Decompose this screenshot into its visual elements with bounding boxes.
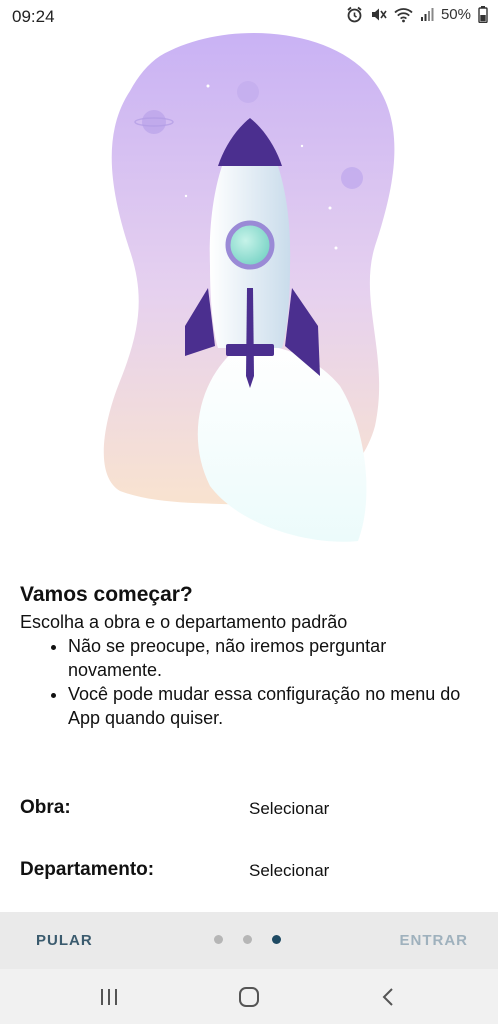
page-dot [243, 935, 252, 944]
mute-icon [370, 6, 387, 23]
back-icon[interactable] [368, 983, 408, 1011]
page-dot-active [272, 935, 281, 944]
obra-field-row: Obra: Selecionar [20, 797, 478, 827]
bullet-item: Você pode mudar essa configuração no men… [68, 682, 480, 730]
bullet-item: Não se preocupe, não iremos perguntar no… [68, 634, 480, 682]
page-indicator [214, 935, 281, 944]
status-time: 09:24 [12, 7, 55, 26]
enter-button[interactable]: ENTRAR [400, 932, 469, 949]
battery-icon [478, 6, 488, 23]
system-nav-bar [0, 969, 498, 1024]
onboarding-footer: PULAR ENTRAR [0, 912, 498, 969]
alarm-icon [346, 6, 363, 23]
onboarding-bullets: Não se preocupe, não iremos perguntar no… [20, 634, 480, 730]
home-icon[interactable] [229, 983, 269, 1011]
onboarding-subtitle: Escolha a obra e o departamento padrão [20, 612, 348, 632]
rocket-illustration [90, 26, 410, 546]
battery-text: 50% [440, 6, 471, 23]
onboarding-title: Vamos começar? [20, 583, 193, 606]
wifi-icon [394, 7, 413, 23]
page-dot [214, 935, 223, 944]
skip-button[interactable]: PULAR [36, 932, 93, 949]
status-icons: 50% [346, 6, 488, 23]
signal-icon [420, 7, 434, 22]
onboarding-content: Vamos começar? Escolha a obra e o depart… [20, 582, 480, 730]
recent-apps-icon[interactable] [89, 983, 129, 1011]
departamento-label: Departamento: [20, 859, 155, 880]
obra-label: Obra: [20, 797, 71, 818]
departamento-field-row: Departamento: Selecionar [20, 859, 478, 889]
obra-select[interactable]: Selecionar [249, 799, 329, 819]
departamento-select[interactable]: Selecionar [249, 861, 329, 881]
